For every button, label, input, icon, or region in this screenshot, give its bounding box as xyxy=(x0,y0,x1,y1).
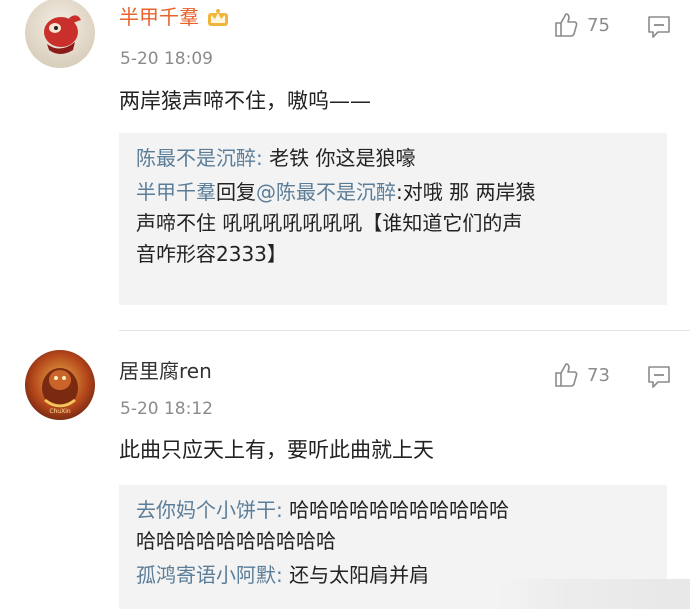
crown-badge-icon xyxy=(208,9,228,26)
comment-divider xyxy=(119,330,690,331)
reply-username[interactable]: 半甲千羣 xyxy=(136,180,216,204)
reply-text: 对哦 那 两岸猿 xyxy=(402,180,536,204)
reply-text: 老铁 你这是狼嚎 xyxy=(269,146,416,170)
reply-connector: 回复 xyxy=(216,180,256,204)
reply-text: 哈哈哈哈哈哈哈哈哈哈哈 xyxy=(289,498,510,522)
like-button[interactable]: 73 xyxy=(553,362,610,388)
avatar[interactable]: ChuXin xyxy=(25,350,95,420)
comment-timestamp: 5-20 18:12 xyxy=(120,399,213,419)
comment-icon[interactable] xyxy=(646,364,672,390)
comment-icon[interactable] xyxy=(646,14,672,40)
watermark-overlay xyxy=(495,579,690,609)
reply-box: 陈最不是沉醉: 老铁 你这是狼嚎 半甲千羣回复@陈最不是沉醉:对哦 那 两岸猿 … xyxy=(119,133,667,305)
reply-username[interactable]: 去你妈个小饼干 xyxy=(136,498,276,522)
reply-item: 去你妈个小饼干: 哈哈哈哈哈哈哈哈哈哈哈 哈哈哈哈哈哈哈哈哈哈 xyxy=(136,495,651,557)
avatar-image xyxy=(25,0,95,68)
username-text[interactable]: 半甲千羣 xyxy=(119,5,199,29)
avatar-image: ChuXin xyxy=(25,350,95,420)
comment-username[interactable]: 居里腐ren xyxy=(119,358,212,384)
reply-separator: : xyxy=(276,563,290,587)
thumbs-up-icon xyxy=(555,13,578,37)
thumbs-up-icon xyxy=(555,363,578,387)
reply-item: 陈最不是沉醉: 老铁 你这是狼嚎 xyxy=(136,143,651,174)
like-count: 73 xyxy=(587,364,610,386)
reply-text-line3: 音咋形容2333】 xyxy=(136,242,287,266)
like-count: 75 xyxy=(587,14,610,36)
reply-mention[interactable]: @陈最不是沉醉 xyxy=(256,180,396,204)
svg-text:ChuXin: ChuXin xyxy=(49,408,71,415)
comment-username[interactable]: 半甲千羣 xyxy=(119,4,229,30)
reply-text-line2: 声啼不住 吼吼吼吼吼吼吼【谁知道它们的声 xyxy=(136,211,523,235)
reply-separator: : xyxy=(256,146,270,170)
like-button[interactable]: 75 xyxy=(553,12,610,38)
reply-item: 半甲千羣回复@陈最不是沉醉:对哦 那 两岸猿 声啼不住 吼吼吼吼吼吼吼【谁知道它… xyxy=(136,177,651,270)
reply-username[interactable]: 孤鸿寄语小阿默 xyxy=(136,563,276,587)
reply-username[interactable]: 陈最不是沉醉 xyxy=(136,146,256,170)
reply-text: 还与太阳肩并肩 xyxy=(289,563,430,587)
comment-text: 两岸猿声啼不住，嗷呜—— xyxy=(119,89,371,113)
comment-text: 此曲只应天上有，要听此曲就上天 xyxy=(119,438,434,462)
comment-timestamp: 5-20 18:09 xyxy=(120,49,213,69)
reply-text-line2: 哈哈哈哈哈哈哈哈哈哈 xyxy=(136,529,336,553)
reply-separator: : xyxy=(276,498,290,522)
avatar[interactable] xyxy=(25,0,95,68)
reply-separator: : xyxy=(396,180,403,204)
